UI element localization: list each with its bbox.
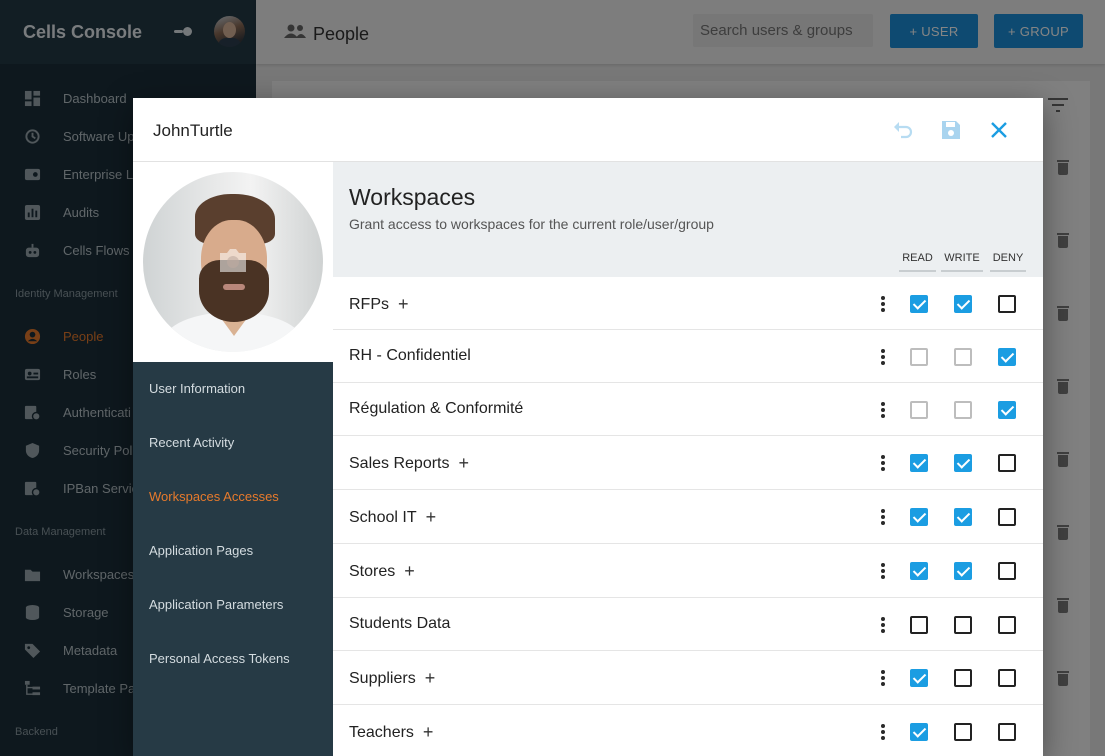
workspace-name: School IT +: [349, 507, 436, 528]
workspace-name: Suppliers +: [349, 668, 435, 689]
column-write: WRITE: [941, 252, 983, 272]
workspace-label: RFPs: [349, 296, 389, 313]
menu-user-information[interactable]: User Information: [149, 381, 245, 396]
write-checkbox[interactable]: [954, 508, 972, 526]
write-checkbox[interactable]: [954, 562, 972, 580]
menu-personal-access-tokens[interactable]: Personal Access Tokens: [149, 651, 290, 666]
menu-application-pages[interactable]: Application Pages: [149, 543, 253, 558]
read-checkbox[interactable]: [910, 669, 928, 687]
plus-icon[interactable]: +: [426, 507, 437, 528]
dialog-header: JohnTurtle: [133, 98, 1043, 162]
workspace-label: Sales Reports: [349, 455, 450, 472]
deny-checkbox[interactable]: [998, 562, 1016, 580]
write-checkbox[interactable]: [954, 616, 972, 634]
menu-application-parameters[interactable]: Application Parameters: [149, 597, 283, 612]
plus-icon[interactable]: +: [425, 668, 436, 689]
deny-checkbox[interactable]: [998, 401, 1016, 419]
more-vert-icon[interactable]: [881, 509, 885, 525]
more-vert-icon[interactable]: [881, 402, 885, 418]
menu-workspaces-accesses[interactable]: Workspaces Accesses: [149, 489, 279, 504]
workspace-row: School IT +: [333, 490, 1043, 544]
deny-checkbox[interactable]: [998, 669, 1016, 687]
workspaces-header: Workspaces Grant access to workspaces fo…: [333, 162, 1043, 277]
workspace-row: RFPs +: [333, 277, 1043, 330]
more-vert-icon[interactable]: [881, 296, 885, 312]
workspace-name: Régulation & Conformité: [349, 400, 523, 418]
more-vert-icon[interactable]: [881, 563, 885, 579]
profile-picture[interactable]: [143, 172, 323, 352]
workspace-row: Teachers +: [333, 705, 1043, 756]
read-checkbox[interactable]: [910, 454, 928, 472]
read-checkbox: [910, 401, 928, 419]
plus-icon[interactable]: +: [398, 294, 409, 315]
profile-picture-area: [133, 162, 333, 362]
workspaces-subtitle: Grant access to workspaces for the curre…: [349, 216, 714, 232]
deny-checkbox[interactable]: [998, 508, 1016, 526]
workspace-name: Students Data: [349, 615, 450, 633]
workspace-label: Régulation & Conformité: [349, 400, 524, 417]
workspace-row: Régulation & Conformité: [333, 383, 1043, 436]
read-checkbox[interactable]: [910, 562, 928, 580]
workspace-row: Students Data: [333, 598, 1043, 651]
write-checkbox[interactable]: [954, 454, 972, 472]
workspace-row: Sales Reports +: [333, 436, 1043, 490]
deny-checkbox[interactable]: [998, 348, 1016, 366]
workspace-label: Stores: [349, 563, 396, 580]
undo-icon[interactable]: [891, 118, 915, 142]
plus-icon[interactable]: +: [459, 453, 470, 474]
more-vert-icon[interactable]: [881, 724, 885, 740]
workspace-label: School IT: [349, 509, 417, 526]
plus-icon[interactable]: +: [423, 722, 434, 743]
write-checkbox[interactable]: [954, 295, 972, 313]
workspace-label: RH - Confidentiel: [349, 347, 471, 364]
save-icon[interactable]: [939, 118, 963, 142]
deny-checkbox[interactable]: [998, 616, 1016, 634]
write-checkbox: [954, 348, 972, 366]
close-icon[interactable]: [987, 118, 1011, 142]
write-checkbox[interactable]: [954, 669, 972, 687]
more-vert-icon[interactable]: [881, 455, 885, 471]
workspace-name: RH - Confidentiel: [349, 347, 471, 365]
workspaces-panel: Workspaces Grant access to workspaces fo…: [333, 162, 1043, 756]
deny-checkbox[interactable]: [998, 454, 1016, 472]
workspace-row: Stores +: [333, 544, 1043, 598]
write-checkbox[interactable]: [954, 723, 972, 741]
read-checkbox: [910, 348, 928, 366]
deny-checkbox[interactable]: [998, 295, 1016, 313]
more-vert-icon[interactable]: [881, 349, 885, 365]
read-checkbox[interactable]: [910, 295, 928, 313]
column-read: READ: [899, 252, 936, 272]
workspace-label: Students Data: [349, 615, 451, 632]
more-vert-icon[interactable]: [881, 670, 885, 686]
deny-checkbox[interactable]: [998, 723, 1016, 741]
workspace-label: Suppliers: [349, 670, 416, 687]
workspace-name: Stores +: [349, 561, 415, 582]
menu-recent-activity[interactable]: Recent Activity: [149, 435, 234, 450]
workspace-name: RFPs +: [349, 294, 409, 315]
workspaces-title: Workspaces: [349, 184, 476, 210]
workspace-name: Sales Reports +: [349, 453, 469, 474]
write-checkbox: [954, 401, 972, 419]
dialog-title: JohnTurtle: [153, 121, 233, 140]
column-deny: DENY: [990, 252, 1026, 272]
plus-icon[interactable]: +: [404, 561, 415, 582]
user-editor-dialog: JohnTurtle User Information Recent Activ…: [133, 98, 1043, 756]
dialog-side-menu: User Information Recent Activity Workspa…: [133, 162, 333, 756]
read-checkbox[interactable]: [910, 616, 928, 634]
more-vert-icon[interactable]: [881, 617, 885, 633]
workspace-row: RH - Confidentiel: [333, 330, 1043, 383]
camera-icon[interactable]: [217, 246, 249, 274]
workspace-name: Teachers +: [349, 722, 433, 743]
workspace-label: Teachers: [349, 724, 414, 741]
workspace-row: Suppliers +: [333, 651, 1043, 705]
read-checkbox[interactable]: [910, 508, 928, 526]
read-checkbox[interactable]: [910, 723, 928, 741]
